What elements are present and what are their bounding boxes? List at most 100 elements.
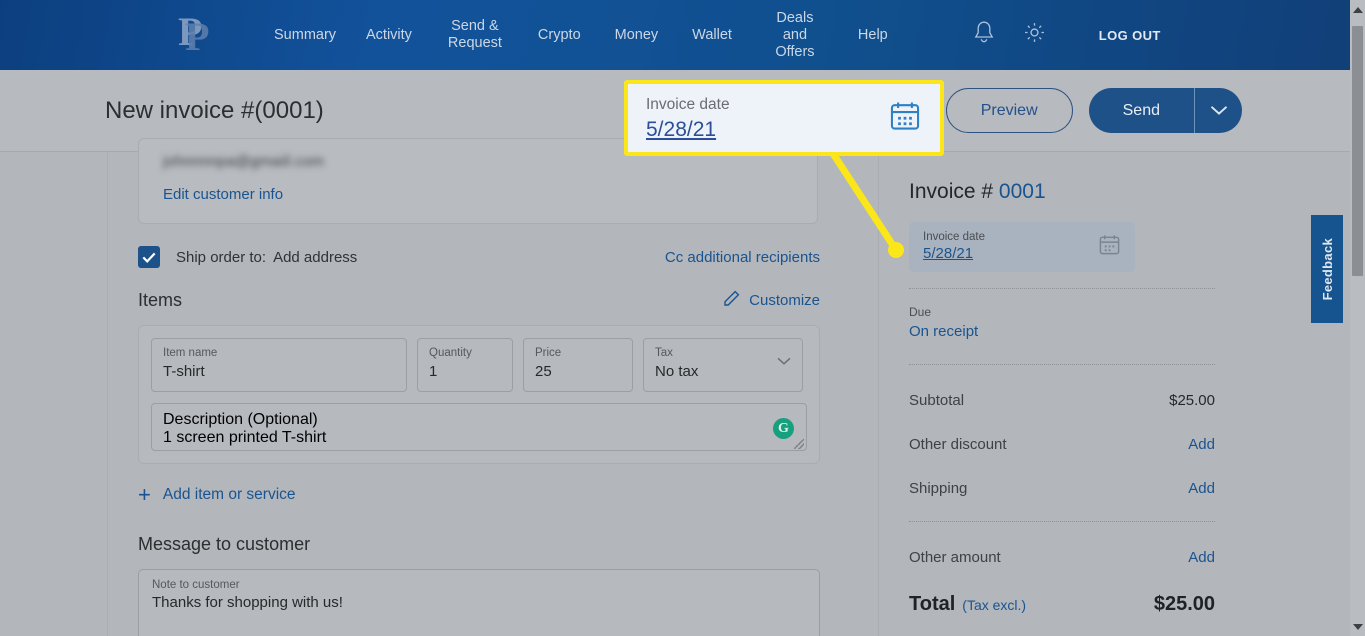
scroll-down-arrow-icon[interactable] [1350,619,1365,634]
row-key: Other discount [909,436,1007,453]
add-other-discount-link[interactable]: Add [1188,436,1215,453]
row-key: Shipping [909,480,968,497]
price-input[interactable]: Price 25 [523,338,633,392]
nav-label: Summary [274,26,337,43]
calendar-icon[interactable] [1098,233,1121,261]
add-item-label: Add item or service [162,486,296,503]
ship-order-label: Ship order to: [176,248,267,266]
summary-row-other-amount: Other amount Add [909,549,1215,566]
scrollbar-thumb[interactable] [1352,26,1363,276]
nav-item-help[interactable]: Help [841,27,905,44]
items-heading: Items [138,290,183,310]
paypal-logo-icon[interactable]: PP [178,12,212,57]
pencil-icon [723,290,740,311]
preview-label: Preview [980,101,1038,119]
note-value: Thanks for shopping with us! [152,594,343,611]
cc-additional-recipients-link[interactable]: Cc additional recipients [665,249,820,266]
invoice-form-column: johnnnnpa@gmaiil.com Edit customer info … [108,138,878,636]
page-title: New invoice #(0001) [105,96,324,124]
plus-icon: + [138,482,151,507]
nav-label: Send & Request [447,18,502,51]
summary-row-other-discount: Other discount Add [909,436,1215,453]
textarea-resize-handle[interactable] [794,439,804,449]
nav-item-wallet[interactable]: Wallet [675,27,749,44]
divider [909,288,1215,289]
nav-item-activity[interactable]: Activity [349,27,429,44]
nav-label: Help [857,26,888,43]
row-value: $25.00 [1169,392,1215,409]
quantity-input[interactable]: Quantity 1 [417,338,513,392]
due-block: Due On receipt [909,305,1306,340]
grammarly-icon[interactable]: G [773,418,794,439]
bell-icon[interactable] [972,20,996,51]
gear-icon[interactable] [1022,20,1047,50]
nav-label: Deals and Offers [775,9,815,60]
add-address-link[interactable]: Add address [273,249,357,266]
item-name-input[interactable]: Item name T-shirt [151,338,407,392]
invoice-summary-rail: Invoice # 0001 Invoice date 5/28/21 Due … [878,152,1350,636]
send-options-chevron-down-icon[interactable] [1194,88,1242,133]
item-name-value: T-shirt [163,363,205,380]
edit-customer-info-link[interactable]: Edit customer info [163,186,793,203]
summary-row-shipping: Shipping Add [909,480,1215,497]
items-section-header: Items Customize [138,290,820,311]
scroll-up-arrow-icon[interactable] [1350,2,1365,17]
divider [909,521,1215,522]
item-fields-row: Item name T-shirt Quantity 1 Price 25 Ta… [151,338,807,392]
left-gutter [0,152,108,636]
description-value: 1 screen printed T-shirt [163,429,327,446]
due-value[interactable]: On receipt [909,323,1306,340]
divider [909,364,1215,365]
top-navigation-bar: PP Summary Activity Send & Request Crypt… [0,0,1350,70]
add-other-amount-link[interactable]: Add [1188,549,1215,566]
message-to-customer-heading: Message to customer [138,534,311,554]
page-scrollbar[interactable] [1350,0,1365,636]
price-value: 25 [535,363,552,380]
invoice-number-heading: Invoice # 0001 [909,180,1306,204]
ship-order-row: Ship order to: Add address Cc additional… [138,246,820,268]
tax-select[interactable]: Tax No tax [643,338,803,392]
customize-button[interactable]: Customize [723,290,820,311]
tax-excl-link[interactable]: (Tax excl.) [962,597,1026,613]
nav-item-deals-and-offers[interactable]: Deals and Offers [749,10,841,61]
nav-item-money[interactable]: Money [598,27,676,44]
logout-button[interactable]: LOG OUT [1099,28,1161,43]
invoice-date-callout: Invoice date 5/28/21 [624,80,944,156]
nav-item-summary[interactable]: Summary [257,27,349,44]
nav-item-send-request[interactable]: Send & Request [429,18,521,52]
preview-button[interactable]: Preview [945,88,1073,133]
price-label: Price [535,347,562,359]
nav-label: Activity [366,26,412,43]
chevron-down-icon[interactable] [777,353,791,371]
summary-row-total: Total (Tax excl.) $25.00 [909,593,1215,616]
callout-label: Invoice date [646,95,730,113]
item-line-box: Item name T-shirt Quantity 1 Price 25 Ta… [138,325,820,464]
send-button[interactable]: Send [1089,88,1194,133]
feedback-tab[interactable]: Feedback [1311,215,1343,323]
tax-label: Tax [655,347,673,359]
item-name-label: Item name [163,347,218,359]
nav-label: Wallet [692,26,732,43]
customize-label: Customize [749,292,820,309]
add-item-or-service-button[interactable]: + Add item or service [138,482,878,507]
feedback-label: Feedback [1319,237,1335,301]
send-button-group[interactable]: Send [1088,88,1242,133]
ship-order-checkbox[interactable] [138,246,160,268]
summary-row-subtotal: Subtotal $25.00 [909,392,1215,409]
description-label: Description (Optional) [163,411,318,428]
invoice-date-field[interactable]: Invoice date 5/28/21 [909,222,1135,272]
app-screen: PP Summary Activity Send & Request Crypt… [0,0,1365,636]
add-shipping-link[interactable]: Add [1188,480,1215,497]
quantity-label: Quantity [429,347,472,359]
nav-label: Crypto [537,26,581,43]
row-key: Subtotal [909,392,965,409]
callout-value: 5/28/21 [646,117,717,141]
note-label: Note to customer [152,579,240,591]
row-key: Other amount [909,549,1001,566]
send-label: Send [1122,101,1160,119]
nav-item-crypto[interactable]: Crypto [521,27,598,44]
description-textarea[interactable]: Description (Optional) 1 screen printed … [151,403,807,451]
invoice-date-label: Invoice date [923,231,986,243]
note-to-customer-textarea[interactable]: Note to customer Thanks for shopping wit… [138,569,820,636]
invoice-date-value: 5/28/21 [923,245,974,262]
